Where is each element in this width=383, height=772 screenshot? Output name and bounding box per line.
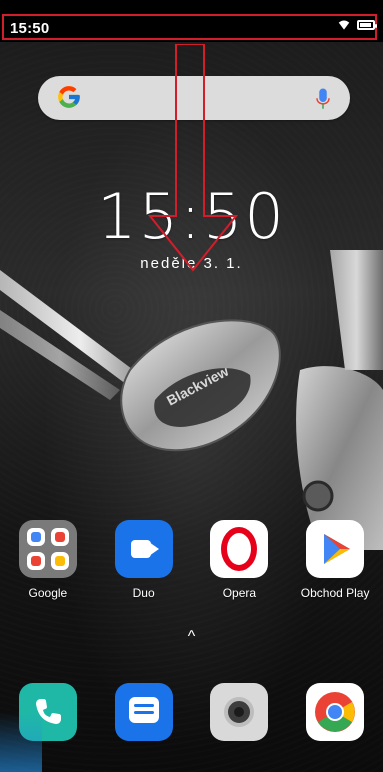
status-icons xyxy=(337,19,377,31)
google-g-icon xyxy=(58,86,80,108)
battery-icon xyxy=(357,20,377,30)
app-row: Google Duo Opera Obchod Play xyxy=(0,520,383,612)
app-opera[interactable]: Opera xyxy=(194,520,284,612)
app-label: Opera xyxy=(222,586,257,600)
app-google-folder[interactable]: Google xyxy=(3,520,93,612)
camera-lens-icon[interactable] xyxy=(210,683,269,741)
wallpaper-golf-club: Blackview xyxy=(0,250,383,550)
app-label: Duo xyxy=(132,586,155,600)
status-bar[interactable]: 15:50 xyxy=(0,0,383,42)
wifi-icon xyxy=(338,20,350,30)
home-screen: 15:50 Blackview 15:50 neděle 3. 1. Googl… xyxy=(0,0,383,772)
dock xyxy=(0,683,383,743)
app-play-store[interactable]: Obchod Play xyxy=(290,520,380,612)
battery-level xyxy=(360,23,371,27)
play-store-triangle-icon xyxy=(306,520,365,578)
video-camera-icon xyxy=(114,520,173,578)
google-folder-icon xyxy=(18,520,77,578)
bottom-glow xyxy=(0,712,42,772)
app-duo[interactable]: Duo xyxy=(99,520,189,612)
microphone-icon[interactable] xyxy=(314,86,332,112)
messages-bubble-icon[interactable] xyxy=(114,683,173,741)
app-drawer-handle-icon[interactable]: ^ xyxy=(0,628,383,646)
chrome-logo-icon[interactable] xyxy=(306,683,365,741)
status-bar-highlight xyxy=(2,14,377,40)
swipe-down-arrow-icon xyxy=(148,44,238,272)
opera-o-icon xyxy=(210,520,269,578)
status-time: 15:50 xyxy=(10,20,50,37)
app-label: Obchod Play xyxy=(300,586,370,600)
app-label: Google xyxy=(28,586,68,600)
